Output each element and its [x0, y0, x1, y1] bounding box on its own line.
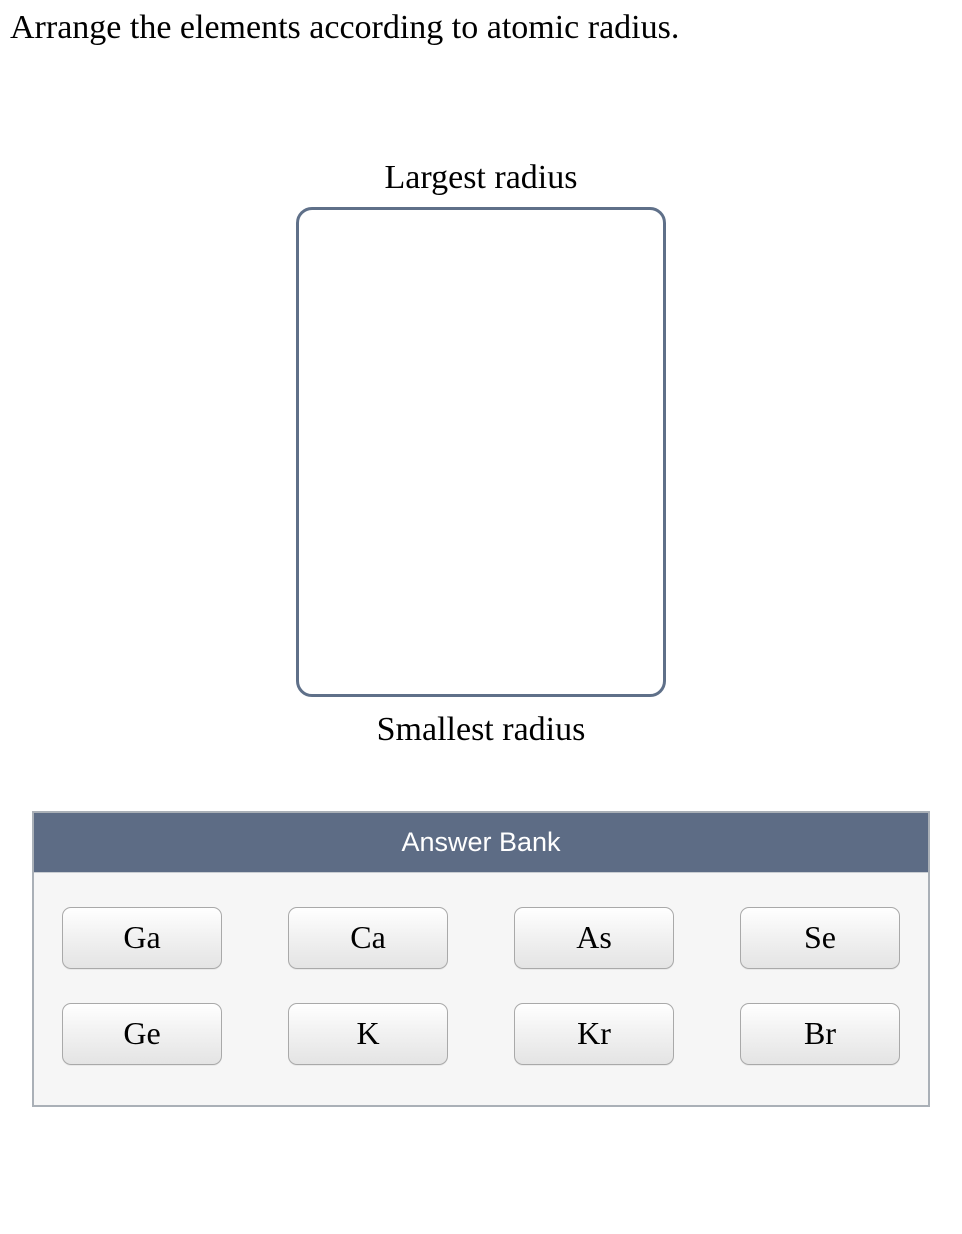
answer-chip[interactable]: K — [288, 1003, 448, 1065]
ranking-area: Largest radius Smallest radius — [10, 159, 952, 749]
rank-label-bottom: Smallest radius — [377, 711, 586, 749]
answer-chip[interactable]: As — [514, 907, 674, 969]
answer-chip[interactable]: Br — [740, 1003, 900, 1065]
answer-chip[interactable]: Kr — [514, 1003, 674, 1065]
answer-chip[interactable]: Ga — [62, 907, 222, 969]
answer-bank-body: Ga Ca As Se Ge K Kr Br — [34, 873, 928, 1105]
answer-bank: Answer Bank Ga Ca As Se Ge K Kr Br — [32, 811, 930, 1107]
answer-chip[interactable]: Ge — [62, 1003, 222, 1065]
answer-bank-title: Answer Bank — [34, 813, 928, 873]
question-text: Arrange the elements according to atomic… — [10, 8, 952, 49]
rank-label-top: Largest radius — [385, 159, 578, 197]
answer-chip[interactable]: Ca — [288, 907, 448, 969]
ranking-drop-zone[interactable] — [296, 207, 666, 697]
answer-chip[interactable]: Se — [740, 907, 900, 969]
